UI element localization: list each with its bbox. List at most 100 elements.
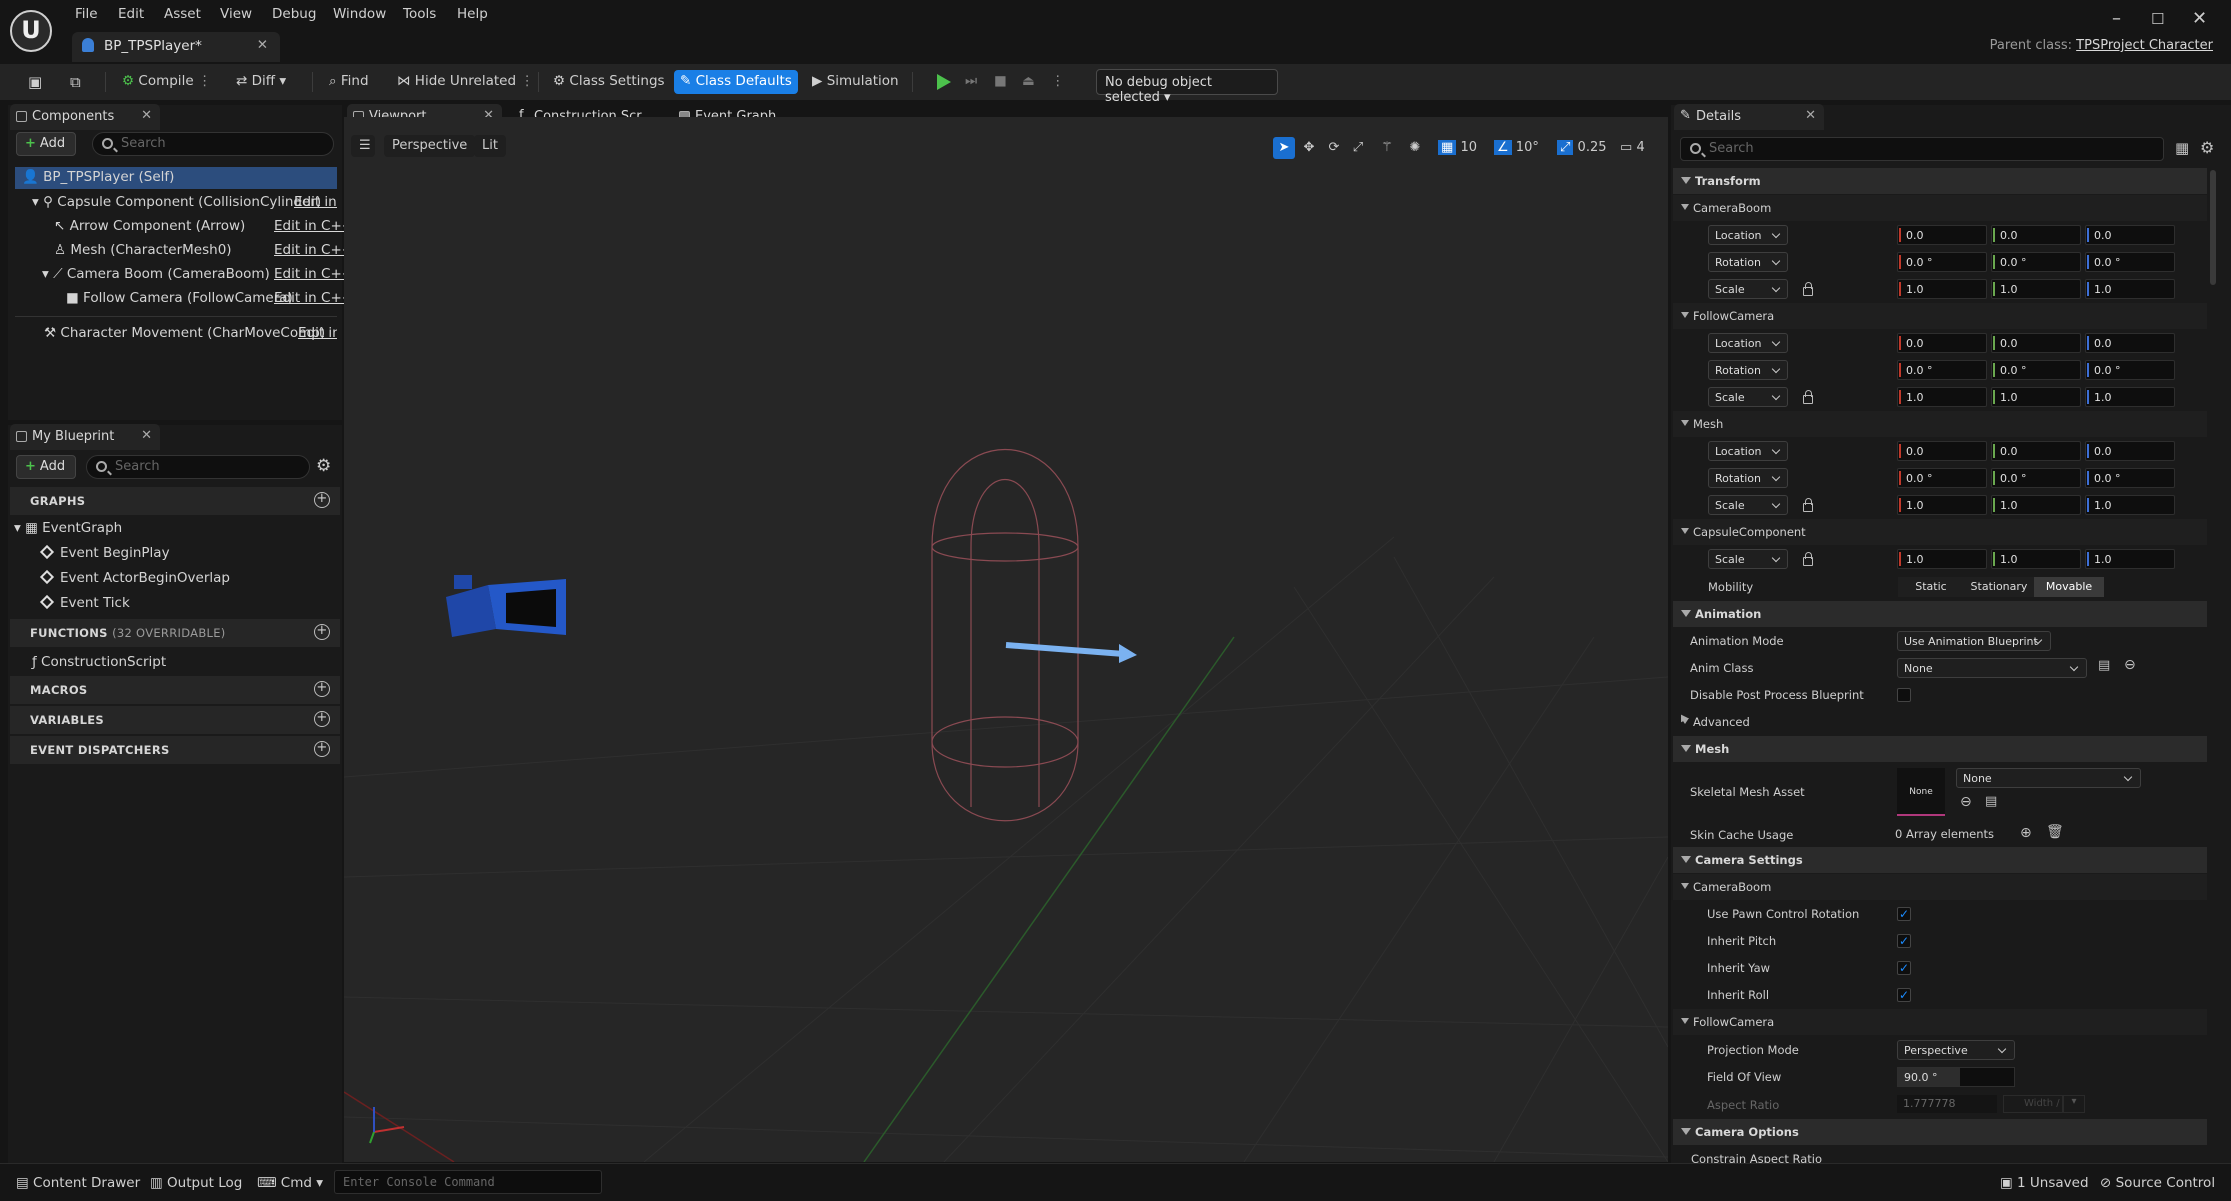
scale-tool-icon[interactable]: ⤢ bbox=[1347, 137, 1369, 159]
z-value-field[interactable]: 0.0 bbox=[2085, 225, 2175, 245]
edit-in-cpp-link[interactable]: Edit in C++ bbox=[274, 290, 353, 306]
lock-icon[interactable] bbox=[1803, 552, 1813, 566]
camera-settings-section[interactable]: Camera Settings bbox=[1673, 847, 2207, 873]
macros-section[interactable]: MACROS + bbox=[10, 676, 340, 704]
add-function-icon[interactable]: + bbox=[314, 624, 330, 640]
transform-group-cameraboom[interactable]: CameraBoom bbox=[1673, 195, 2207, 221]
component-mesh[interactable]: ♙ Mesh (CharacterMesh0) Edit in C++ bbox=[54, 242, 353, 258]
pawn-rotation-checkbox[interactable]: ✓ bbox=[1897, 907, 1911, 921]
mobility-movable[interactable]: Movable bbox=[2034, 577, 2104, 597]
mobility-static[interactable]: Static bbox=[1898, 577, 1964, 597]
y-value-field[interactable]: 1.0 bbox=[1991, 495, 2081, 515]
add-blueprint-item-button[interactable]: + Add bbox=[16, 455, 77, 479]
menu-view[interactable]: View bbox=[220, 6, 252, 22]
class-defaults-button[interactable]: ✎ Class Defaults bbox=[674, 70, 798, 94]
add-macro-icon[interactable]: + bbox=[314, 681, 330, 697]
camera-speed-button[interactable]: ▭ 4 bbox=[1620, 137, 1658, 159]
variables-section[interactable]: VARIABLES + bbox=[10, 706, 340, 734]
x-value-field[interactable]: 1.0 bbox=[1897, 387, 1987, 407]
cmd-select[interactable]: ⌨ Cmd ▾ bbox=[257, 1175, 323, 1191]
z-value-field[interactable]: 1.0 bbox=[2085, 495, 2175, 515]
mobility-stationary[interactable]: Stationary bbox=[1964, 577, 2034, 597]
compile-button[interactable]: ⚙ Compile ⋮ bbox=[116, 70, 217, 94]
edit-in-cpp-link[interactable]: Edit in C bbox=[294, 194, 337, 210]
fov-slider[interactable]: 90.0 ° bbox=[1897, 1067, 2015, 1087]
grid-snap-button[interactable]: ▦ 10 bbox=[1436, 137, 1484, 159]
close-icon[interactable]: ✕ bbox=[1805, 108, 1816, 123]
x-value-field[interactable]: 1.0 bbox=[1897, 495, 1987, 515]
inherit-pitch-checkbox[interactable]: ✓ bbox=[1897, 934, 1911, 948]
location-mode-select[interactable]: Location bbox=[1708, 441, 1788, 461]
z-value-field[interactable]: 1.0 bbox=[2085, 387, 2175, 407]
event-item[interactable]: Event BeginPlay bbox=[39, 544, 170, 561]
class-settings-button[interactable]: ⚙ Class Settings bbox=[547, 70, 671, 94]
advanced-row[interactable]: Advanced bbox=[1673, 709, 2207, 735]
location-mode-select[interactable]: Location bbox=[1708, 333, 1788, 353]
y-value-field[interactable]: 0.0 bbox=[1991, 225, 2081, 245]
viewport-menu-button[interactable]: ☰ bbox=[351, 135, 375, 157]
animation-section[interactable]: Animation bbox=[1673, 601, 2207, 627]
step-icon[interactable]: ⏭ bbox=[959, 70, 983, 94]
event-item[interactable]: Event Tick bbox=[39, 594, 130, 611]
z-value-field[interactable]: 0.0 ° bbox=[2085, 252, 2175, 272]
disable-pp-checkbox[interactable] bbox=[1897, 688, 1911, 702]
rotation-mode-select[interactable]: Rotation bbox=[1708, 252, 1788, 272]
aspect-ratio-field[interactable]: 1.777778 bbox=[1897, 1095, 1997, 1113]
y-value-field[interactable]: 1.0 bbox=[1991, 387, 2081, 407]
transform-section[interactable]: Transform bbox=[1673, 168, 2207, 194]
lit-button[interactable]: Lit bbox=[474, 135, 506, 157]
minimize-icon[interactable]: – bbox=[2112, 8, 2121, 29]
edit-in-cpp-link[interactable]: Edit in bbox=[298, 325, 337, 341]
rotate-tool-icon[interactable]: ⟳ bbox=[1323, 137, 1345, 159]
component-camera-boom[interactable]: ▾ ⟋ Camera Boom (CameraBoom) Edit in C++ bbox=[42, 266, 353, 282]
y-value-field[interactable]: 1.0 bbox=[1991, 279, 2081, 299]
menu-file[interactable]: File bbox=[75, 6, 98, 22]
maximize-icon[interactable]: ☐ bbox=[2151, 10, 2164, 28]
document-tab[interactable]: BP_TPSPlayer* ✕ bbox=[72, 32, 280, 62]
play-icon[interactable] bbox=[937, 74, 951, 90]
event-item[interactable]: Event ActorBeginOverlap bbox=[39, 569, 230, 586]
dispatchers-section[interactable]: EVENT DISPATCHERS + bbox=[10, 736, 340, 764]
details-tab[interactable]: ✎ Details ✕ bbox=[1674, 104, 1824, 130]
x-value-field[interactable]: 0.0 bbox=[1897, 333, 1987, 353]
menu-window[interactable]: Window bbox=[333, 6, 386, 22]
z-value-field[interactable]: 1.0 bbox=[2085, 549, 2175, 569]
viewport[interactable] bbox=[344, 117, 1668, 1162]
gear-icon[interactable]: ⚙ bbox=[2200, 138, 2214, 157]
source-control-button[interactable]: ⊘ Source Control bbox=[2100, 1175, 2215, 1191]
scale-mode-select[interactable]: Scale bbox=[1708, 495, 1788, 515]
components-tab[interactable]: Components ✕ bbox=[10, 104, 160, 130]
details-search-input[interactable]: Search bbox=[1680, 137, 2164, 161]
save-icon[interactable]: ▣ bbox=[22, 70, 48, 94]
add-component-button[interactable]: + Add bbox=[16, 132, 77, 156]
anim-class-select[interactable]: None bbox=[1897, 658, 2087, 678]
z-value-field[interactable]: 1.0 bbox=[2085, 279, 2175, 299]
scale-mode-select[interactable]: Scale bbox=[1708, 387, 1788, 407]
blueprint-search-input[interactable]: Search bbox=[86, 455, 310, 479]
camera-options-section[interactable]: Camera Options bbox=[1673, 1119, 2207, 1145]
y-value-field[interactable]: 0.0 ° bbox=[1991, 252, 2081, 272]
y-value-field[interactable]: 0.0 bbox=[1991, 333, 2081, 353]
world-local-icon[interactable]: ✺ bbox=[1404, 137, 1426, 159]
transform-group-followcamera[interactable]: FollowCamera bbox=[1673, 303, 2207, 329]
menu-asset[interactable]: Asset bbox=[164, 6, 201, 22]
my-blueprint-tab[interactable]: My Blueprint ✕ bbox=[10, 424, 160, 450]
surface-snap-icon[interactable]: ⚚ bbox=[1376, 137, 1398, 159]
inherit-yaw-checkbox[interactable]: ✓ bbox=[1897, 961, 1911, 975]
add-element-icon[interactable]: ⊕ bbox=[2020, 825, 2032, 841]
output-log-button[interactable]: ▥ Output Log bbox=[150, 1175, 242, 1191]
close-icon[interactable]: ✕ bbox=[141, 108, 152, 123]
transform-group-capsulecomponent[interactable]: CapsuleComponent bbox=[1673, 519, 2207, 545]
z-value-field[interactable]: 0.0 ° bbox=[2085, 468, 2175, 488]
event-graph-item[interactable]: ▾ ▦ EventGraph bbox=[14, 520, 122, 536]
select-tool-icon[interactable]: ➤ bbox=[1273, 137, 1295, 159]
use-selected-icon[interactable]: ⊖ bbox=[1960, 794, 1972, 810]
x-value-field[interactable]: 0.0 bbox=[1897, 225, 1987, 245]
x-value-field[interactable]: 1.0 bbox=[1897, 279, 1987, 299]
component-character-movement[interactable]: ⚒ Character Movement (CharMoveComp) Edit … bbox=[44, 325, 337, 341]
parent-class-link[interactable]: TPSProject Character bbox=[2076, 38, 2213, 53]
scale-mode-select[interactable]: Scale bbox=[1708, 279, 1788, 299]
hide-unrelated-button[interactable]: ⋈ Hide Unrelated ⋮ bbox=[391, 70, 540, 94]
stop-icon[interactable]: ■ bbox=[988, 70, 1013, 94]
graphs-section[interactable]: GRAPHS + bbox=[10, 487, 340, 515]
